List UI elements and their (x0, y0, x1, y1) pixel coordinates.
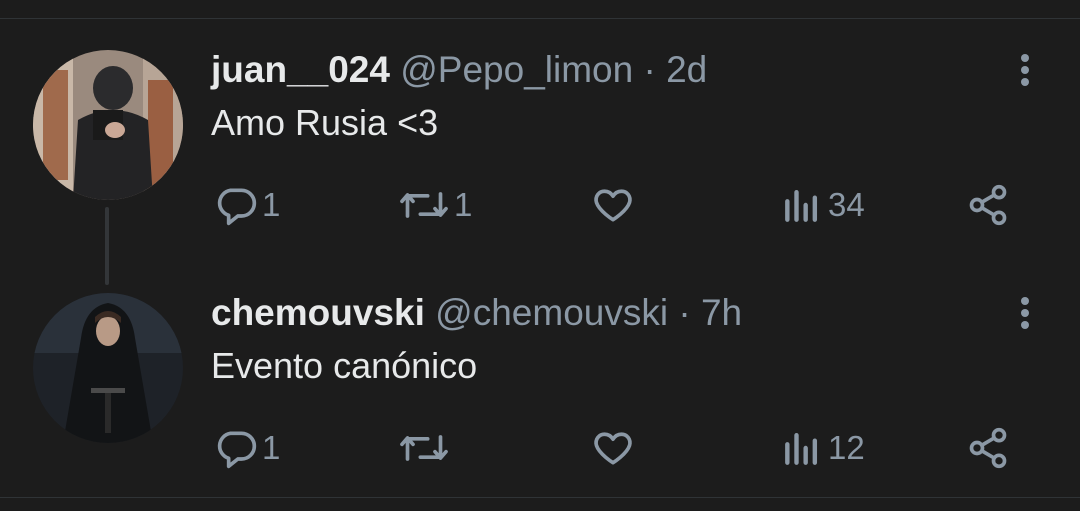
tweet-actions: 1 12 (0, 423, 1080, 473)
tweet-text: Evento canónico (211, 345, 478, 386)
tweet-actions: 1 1 34 (0, 180, 1080, 230)
more-vertical-icon[interactable] (1010, 293, 1040, 333)
timestamp[interactable]: 7h (701, 292, 742, 333)
reply-count: 1 (262, 186, 281, 223)
like-button[interactable] (590, 423, 640, 473)
avatar[interactable] (33, 293, 183, 443)
user-handle[interactable]: @Pepo_limon (400, 49, 633, 90)
views-button[interactable]: 34 (780, 180, 865, 230)
reply-icon (214, 426, 258, 470)
like-button[interactable] (590, 180, 640, 230)
share-button[interactable] (966, 423, 1010, 473)
separator: · (678, 292, 691, 333)
reply-button[interactable]: 1 (214, 180, 280, 230)
views-button[interactable]: 12 (780, 423, 865, 473)
reply-count: 1 (262, 429, 281, 466)
retweet-button[interactable] (398, 423, 454, 473)
retweet-icon (398, 183, 450, 227)
tweet-header: chemouvski @chemouvski · 7h (211, 289, 742, 337)
reply-icon (214, 183, 258, 227)
share-button[interactable] (966, 180, 1010, 230)
avatar-mirror-selfie (33, 50, 183, 200)
views-icon (780, 183, 824, 227)
avatar-hooded-figure (33, 293, 183, 443)
more-vertical-icon[interactable] (1010, 50, 1040, 90)
views-count: 12 (828, 429, 865, 466)
user-handle[interactable]: @chemouvski (435, 292, 668, 333)
views-count: 34 (828, 186, 865, 223)
bottom-divider (0, 497, 1080, 498)
timestamp[interactable]: 2d (666, 49, 707, 90)
share-icon (966, 426, 1010, 470)
retweet-button[interactable]: 1 (398, 180, 472, 230)
tweet-text: Amo Rusia <3 (211, 102, 439, 143)
top-divider (0, 18, 1080, 19)
heart-icon (590, 426, 636, 470)
retweet-count: 1 (454, 186, 473, 223)
reply-button[interactable]: 1 (214, 423, 280, 473)
separator: · (643, 49, 656, 90)
heart-icon (590, 183, 636, 227)
views-icon (780, 426, 824, 470)
share-icon (966, 183, 1010, 227)
retweet-icon (398, 426, 450, 470)
tweet-header: juan__024 @Pepo_limon · 2d (211, 46, 707, 94)
display-name[interactable]: chemouvski (211, 292, 425, 333)
avatar[interactable] (33, 50, 183, 200)
display-name[interactable]: juan__024 (211, 49, 390, 90)
